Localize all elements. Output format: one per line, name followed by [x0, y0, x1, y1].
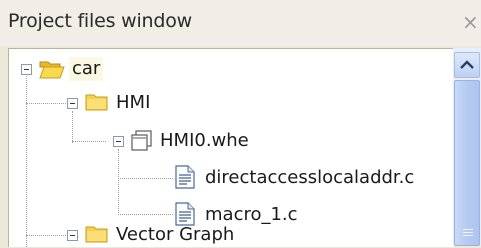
- grip-line: [463, 229, 473, 230]
- tree-connector: [72, 111, 73, 143]
- tree-connector: [26, 69, 27, 247]
- tree-node-label: car: [69, 57, 104, 81]
- grip-line: [463, 235, 473, 236]
- tree-connector: [26, 235, 66, 236]
- scroll-thumb[interactable]: [454, 80, 480, 246]
- tree-node-label: HMI: [116, 92, 151, 113]
- tree-node-label: directaccesslocaladdr.c: [205, 167, 415, 188]
- window-title: Project files window: [8, 10, 193, 32]
- collapse-toggle[interactable]: [67, 230, 78, 241]
- close-icon[interactable]: ×: [462, 10, 481, 34]
- title-bar: Project files window ×: [0, 0, 481, 46]
- source-file-icon: [175, 165, 195, 193]
- collapse-toggle[interactable]: [21, 64, 32, 75]
- collapse-toggle[interactable]: [113, 136, 124, 147]
- project-tree: car HMI HMI0.whe directaccesslocaladdr.c…: [8, 48, 454, 247]
- tree-node-label: HMI0.whe: [160, 130, 249, 151]
- scroll-up-button[interactable]: [454, 52, 480, 78]
- open-folder-icon: [39, 59, 65, 83]
- project-files-window: Project files window × car HMI HMI0.whe …: [0, 0, 481, 247]
- tree-connector: [72, 141, 106, 142]
- tree-node-label: Vector Graph: [116, 224, 235, 245]
- tree-connector: [118, 178, 173, 179]
- grip-line: [463, 232, 473, 233]
- vertical-scrollbar[interactable]: [453, 48, 481, 246]
- folder-icon: [85, 92, 109, 116]
- collapse-toggle[interactable]: [67, 98, 78, 109]
- window-file-icon: [131, 129, 153, 155]
- folder-icon: [85, 224, 109, 248]
- tree-connector: [118, 214, 173, 215]
- tree-connector: [26, 103, 66, 104]
- tree-connector: [118, 149, 119, 215]
- chevron-up-icon: [460, 60, 474, 69]
